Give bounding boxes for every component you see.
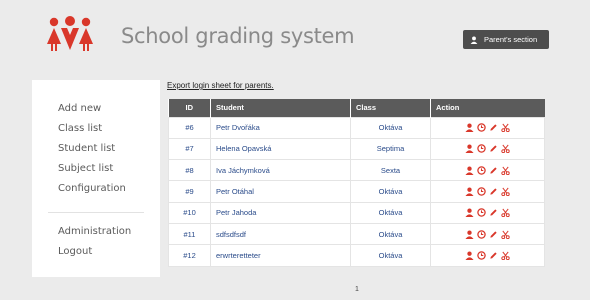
table-row: #7 Helena Opavská Septima — [168, 137, 545, 161]
clock-icon[interactable] — [477, 123, 486, 132]
row-student-name: Iva Jáchymková — [210, 159, 351, 182]
sidebar: Add new Class list Student list Subject … — [32, 80, 160, 277]
scissors-icon[interactable] — [501, 144, 510, 154]
export-login-sheet-link[interactable]: Export login sheet for parents. — [167, 81, 274, 90]
column-header-action: Action — [430, 99, 545, 117]
clock-icon[interactable] — [477, 229, 486, 239]
sidebar-item-subject-list[interactable]: Subject list — [58, 163, 113, 174]
row-student-name: sdfsdfsdf — [210, 222, 351, 246]
row-actions — [430, 201, 545, 224]
scissors-icon[interactable] — [501, 230, 510, 239]
pagination-page-1[interactable]: 1 — [355, 286, 359, 293]
sidebar-item-class-list[interactable]: Class list — [58, 123, 102, 134]
row-class: Oktáva — [350, 222, 431, 246]
row-class: Oktáva — [350, 180, 431, 203]
pencil-icon[interactable] — [489, 230, 498, 239]
row-actions — [430, 137, 545, 161]
user-icon[interactable] — [465, 187, 474, 197]
pencil-icon[interactable] — [489, 123, 498, 132]
user-icon[interactable] — [465, 230, 474, 239]
row-id: #11 — [168, 222, 211, 246]
user-icon[interactable] — [465, 251, 474, 260]
table-row: #6 Petr Dvořáka Oktáva — [168, 116, 545, 139]
scissors-icon[interactable] — [501, 123, 510, 133]
clock-icon[interactable] — [477, 187, 486, 196]
sidebar-divider — [48, 212, 144, 213]
row-id: #12 — [168, 244, 211, 267]
user-icon[interactable] — [465, 166, 474, 175]
student-table: ID Student Class Action #6 Petr Dvořáka Ok… — [168, 99, 545, 267]
sidebar-item-add-new[interactable]: Add new — [58, 103, 101, 114]
pencil-icon[interactable] — [489, 166, 498, 175]
row-class: Oktáva — [350, 244, 431, 267]
column-header-class[interactable]: Class — [350, 99, 431, 117]
sidebar-item-administration[interactable]: Administration — [58, 226, 131, 237]
clock-icon[interactable] — [477, 251, 486, 260]
row-student-name: Petr Dvořáka — [210, 116, 351, 139]
row-actions — [430, 159, 545, 182]
pencil-icon[interactable] — [489, 208, 498, 217]
sidebar-item-configuration[interactable]: Configuration — [58, 183, 126, 194]
scissors-icon[interactable] — [501, 187, 510, 197]
clock-icon[interactable] — [477, 166, 486, 175]
row-actions — [430, 180, 545, 203]
table-row: #9 Petr Otáhal Oktáva — [168, 180, 545, 203]
row-class: Oktáva — [350, 116, 431, 139]
row-id: #7 — [168, 137, 211, 161]
row-actions — [430, 244, 545, 267]
row-student-name: Petr Otáhal — [210, 180, 351, 203]
pencil-icon[interactable] — [489, 144, 498, 153]
clock-icon[interactable] — [477, 208, 486, 218]
pencil-icon[interactable] — [489, 187, 498, 196]
row-class: Septima — [350, 137, 431, 161]
row-class: Sexta — [350, 159, 431, 182]
row-actions — [430, 222, 545, 246]
app-title: School grading system — [121, 24, 355, 48]
table-row: #8 Iva Jáchymková Sexta — [168, 159, 545, 182]
logo-icon — [47, 16, 93, 51]
parents-section-label: Parent's section — [484, 35, 538, 44]
table-header-row: ID Student Class Action — [168, 99, 545, 117]
sidebar-item-logout[interactable]: Logout — [58, 246, 92, 257]
row-student-name: Petr Jahoda — [210, 201, 351, 224]
scissors-icon[interactable] — [501, 251, 510, 260]
row-student-name: erwrteretteter — [210, 244, 351, 267]
table-row: #10 Petr Jahoda Oktáva — [168, 201, 545, 224]
row-student-name: Helena Opavská — [210, 137, 351, 161]
row-id: #9 — [168, 180, 211, 203]
sidebar-item-student-list[interactable]: Student list — [58, 143, 115, 154]
row-id: #6 — [168, 116, 211, 139]
column-header-student[interactable]: Student — [210, 99, 351, 117]
row-class: Oktáva — [350, 201, 431, 224]
parents-section-button[interactable]: Parent's section — [463, 30, 549, 49]
scissors-icon[interactable] — [501, 208, 510, 218]
scissors-icon[interactable] — [501, 166, 510, 175]
user-icon[interactable] — [465, 123, 474, 133]
user-icon[interactable] — [465, 208, 474, 218]
row-id: #8 — [168, 159, 211, 182]
row-actions — [430, 116, 545, 139]
table-row: #11 sdfsdfsdf Oktáva — [168, 222, 545, 246]
clock-icon[interactable] — [477, 144, 486, 154]
user-icon[interactable] — [465, 144, 474, 154]
column-header-id[interactable]: ID — [168, 99, 211, 117]
table-row: #12 erwrteretteter Oktáva — [168, 244, 545, 267]
pencil-icon[interactable] — [489, 251, 498, 260]
user-icon — [470, 35, 478, 44]
row-id: #10 — [168, 201, 211, 224]
